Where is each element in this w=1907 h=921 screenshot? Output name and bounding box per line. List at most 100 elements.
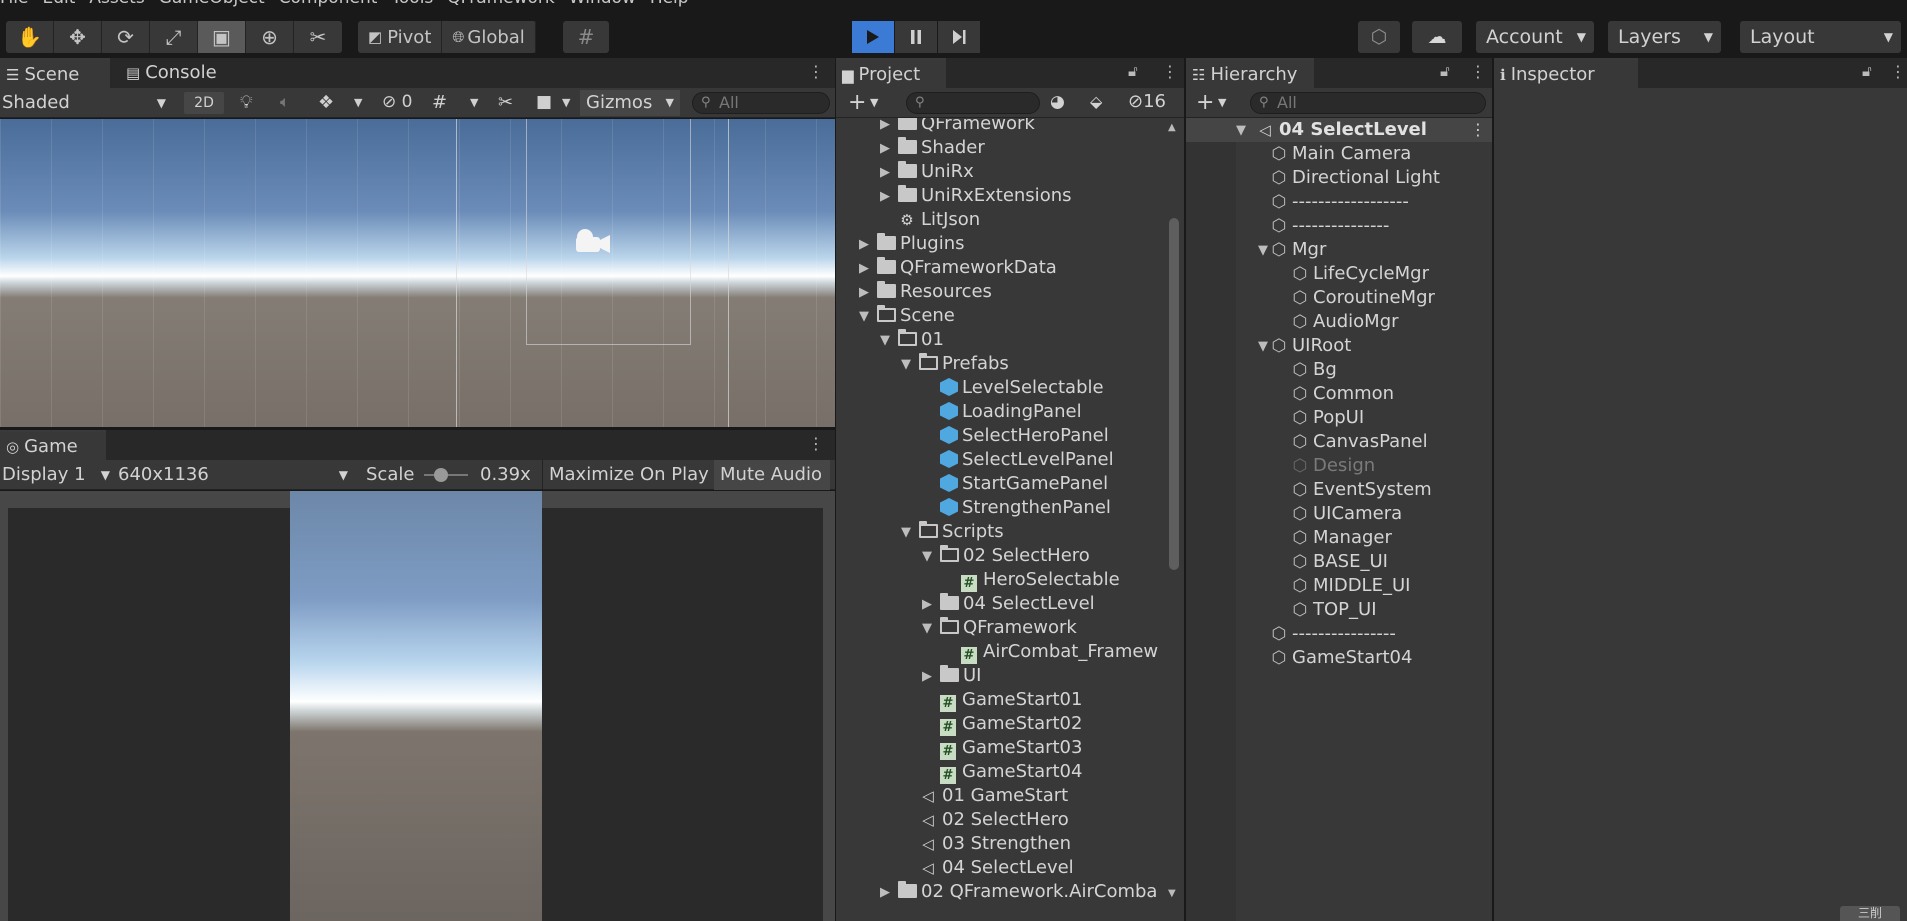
scale-tool-icon[interactable]: ⤢ xyxy=(150,21,198,53)
maximize-on-play-toggle[interactable]: Maximize On Play xyxy=(542,460,714,490)
play-button[interactable] xyxy=(852,21,894,53)
label-tag-icon[interactable]: ⬙ xyxy=(1090,92,1102,111)
kebab-menu-icon[interactable]: ⋮ xyxy=(1470,62,1486,81)
project-item[interactable]: ▼ 02 SelectHero xyxy=(836,544,1166,568)
kebab-menu-icon[interactable]: ⋮ xyxy=(808,434,824,453)
menu-item-gameobject[interactable]: GameObject xyxy=(159,0,265,8)
gizmos-dropdown[interactable]: Gizmos ▼ xyxy=(580,90,680,116)
project-item[interactable]: ◁ 02 SelectHero xyxy=(836,808,1166,832)
menu-item-tools[interactable]: Tools xyxy=(391,0,433,8)
chevron-right-icon[interactable]: ▶ xyxy=(880,185,890,209)
scroll-down-icon[interactable]: ▼ xyxy=(1168,888,1176,899)
project-item[interactable]: # GameStart03 xyxy=(836,736,1166,760)
project-item[interactable]: # GameStart01 xyxy=(836,688,1166,712)
hierarchy-item[interactable]: ⬡ TOP_UI xyxy=(1186,598,1492,622)
project-item[interactable]: # HeroSelectable xyxy=(836,568,1166,592)
project-scrollbar-thumb[interactable] xyxy=(1169,218,1179,570)
scene-viewport[interactable] xyxy=(0,119,835,427)
lock-icon[interactable]: 🔓︎ xyxy=(1440,62,1450,80)
chevron-down-icon[interactable]: ▼ xyxy=(470,96,478,109)
kebab-menu-icon[interactable]: ⋮ xyxy=(1470,120,1486,139)
hierarchy-item[interactable]: ⬡ BASE_UI xyxy=(1186,550,1492,574)
chevron-down-icon[interactable]: ▼ xyxy=(901,521,911,545)
project-item[interactable]: SelectHeroPanel xyxy=(836,424,1166,448)
account-dropdown[interactable]: Account ▼ xyxy=(1476,21,1594,53)
hierarchy-item[interactable]: ⬡ ---------------- xyxy=(1186,622,1492,646)
project-item[interactable]: # GameStart04 xyxy=(836,760,1166,784)
project-item[interactable]: ▼ Prefabs xyxy=(836,352,1166,376)
lock-icon[interactable]: 🔓︎ xyxy=(1862,62,1872,80)
project-item[interactable]: # GameStart02 xyxy=(836,712,1166,736)
project-item[interactable]: ◁ 01 GameStart xyxy=(836,784,1166,808)
kebab-menu-icon[interactable]: ⋮ xyxy=(1162,62,1178,81)
project-item[interactable]: StrengthenPanel xyxy=(836,496,1166,520)
shading-dropdown[interactable]: Shaded ▼ xyxy=(2,91,172,115)
chevron-right-icon[interactable]: ▶ xyxy=(880,118,890,137)
project-item[interactable]: SelectLevelPanel xyxy=(836,448,1166,472)
menu-item-help[interactable]: Help xyxy=(650,0,689,8)
collab-button[interactable]: ⬡ xyxy=(1358,21,1400,53)
scroll-up-icon[interactable]: ▲ xyxy=(1168,122,1176,133)
scene-search-input[interactable]: ⚲ All xyxy=(692,92,830,114)
layout-dropdown[interactable]: Layout ▼ xyxy=(1740,21,1901,53)
hierarchy-item[interactable]: ⬡ LifeCycleMgr xyxy=(1186,262,1492,286)
corner-badge[interactable]: 三削 xyxy=(1840,906,1900,921)
project-item[interactable]: ▶ QFramework xyxy=(836,118,1166,136)
mute-audio-toggle[interactable]: Mute Audio xyxy=(714,460,830,490)
project-item[interactable]: ▶ Shader xyxy=(836,136,1166,160)
hierarchy-item[interactable]: ⬡ Design xyxy=(1186,454,1492,478)
hierarchy-item[interactable]: ⬡ MIDDLE_UI xyxy=(1186,574,1492,598)
chevron-right-icon[interactable]: ▶ xyxy=(880,137,890,161)
tab-hierarchy[interactable]: ☷ Hierarchy xyxy=(1186,58,1314,88)
hidden-packages-toggle[interactable]: ⊘16 xyxy=(1128,91,1166,112)
chevron-down-icon[interactable]: ▼ xyxy=(870,96,878,109)
project-search-input[interactable]: ⚲ xyxy=(906,92,1040,114)
chevron-right-icon[interactable]: ▶ xyxy=(880,161,890,185)
chevron-right-icon[interactable]: ▶ xyxy=(922,593,932,617)
hierarchy-item[interactable]: ⬡ GameStart04 xyxy=(1186,646,1492,670)
kebab-menu-icon[interactable]: ⋮ xyxy=(1890,62,1906,81)
hierarchy-item[interactable]: ⬡ Common xyxy=(1186,382,1492,406)
chevron-down-icon[interactable]: ▼ xyxy=(922,617,932,641)
cloud-button[interactable]: ☁ xyxy=(1412,21,1462,53)
project-item[interactable]: LoadingPanel xyxy=(836,400,1166,424)
project-item[interactable]: ▶ QFrameworkData xyxy=(836,256,1166,280)
project-item[interactable]: ▶ Resources xyxy=(836,280,1166,304)
menu-item-edit[interactable]: Edit xyxy=(42,0,75,8)
chevron-right-icon[interactable]: ▶ xyxy=(859,281,869,305)
chevron-down-icon[interactable]: ▼ xyxy=(354,96,362,109)
camera-icon[interactable]: ■ xyxy=(536,92,552,112)
menu-item-window[interactable]: Window xyxy=(569,0,636,8)
hierarchy-item[interactable]: ⬡ Manager xyxy=(1186,526,1492,550)
kebab-menu-icon[interactable]: ⋮ xyxy=(808,62,824,81)
project-item[interactable]: ▶ UniRx xyxy=(836,160,1166,184)
pause-button[interactable] xyxy=(895,21,937,53)
project-item[interactable]: ▼ Scripts xyxy=(836,520,1166,544)
chevron-down-icon[interactable]: ▼ xyxy=(880,329,890,353)
menu-item-qframework[interactable]: QFramework xyxy=(447,0,555,8)
hierarchy-item[interactable]: ⬡ Directional Light xyxy=(1186,166,1492,190)
project-item[interactable]: ▶ 04 SelectLevel xyxy=(836,592,1166,616)
display-dropdown[interactable]: Display 1 ▼ xyxy=(2,463,114,487)
2d-toggle[interactable]: 2D xyxy=(184,92,224,114)
chevron-right-icon[interactable]: ▶ xyxy=(859,257,869,281)
step-button[interactable] xyxy=(938,21,980,53)
project-item[interactable]: LevelSelectable xyxy=(836,376,1166,400)
grid-snap-icon[interactable]: # xyxy=(563,21,609,53)
tab-inspector[interactable]: ℹ Inspector xyxy=(1494,58,1638,88)
rect-tool-icon[interactable]: ▣ xyxy=(198,21,246,53)
transform-tool-icon[interactable]: ⊕ xyxy=(246,21,294,53)
chevron-down-icon[interactable]: ▼ xyxy=(1258,239,1268,263)
lock-icon[interactable]: 🔓︎ xyxy=(1128,62,1138,80)
hierarchy-item[interactable]: ⬡ Main Camera xyxy=(1186,142,1492,166)
chevron-down-icon[interactable]: ▼ xyxy=(901,353,911,377)
chevron-down-icon[interactable]: ▼ xyxy=(1258,335,1268,359)
project-item[interactable]: ◁ 04 SelectLevel xyxy=(836,856,1166,880)
hierarchy-item[interactable]: ⬡ AudioMgr xyxy=(1186,310,1492,334)
chevron-down-icon[interactable]: ▼ xyxy=(922,545,932,569)
project-item[interactable]: # AirCombat_Framew xyxy=(836,640,1166,664)
chevron-right-icon[interactable]: ▶ xyxy=(859,233,869,257)
hierarchy-item[interactable]: ⬡ CanvasPanel xyxy=(1186,430,1492,454)
project-item[interactable]: ◁ 03 Strengthen xyxy=(836,832,1166,856)
move-tool-icon[interactable]: ✥ xyxy=(54,21,102,53)
